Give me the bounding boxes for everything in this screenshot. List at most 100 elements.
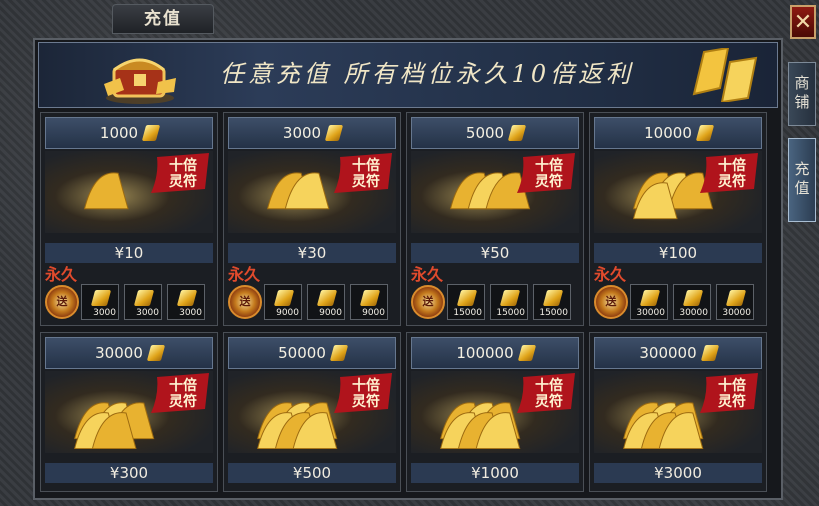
badge-line2: 灵符 [535,393,563,410]
reward-amount: 3000 [136,308,159,318]
tier-amount: 50000 [228,337,396,369]
tier-amount: 3000 [228,117,396,149]
tier-card-3000[interactable]: 3000 十倍 灵符 ¥30 永久送 9000 9000 9000 [223,112,401,326]
gold-ticket-icon [90,290,112,306]
gold-ticket-icon [682,290,704,306]
reward-amount: 9000 [276,308,299,318]
tab-recharge[interactable]: 充值 [788,138,816,222]
tier-price: ¥30 [228,243,396,263]
badge-line1: 十倍 [718,157,746,174]
gold-ticket-icon [359,290,381,306]
reward-slot[interactable]: 30000 [673,284,711,320]
permanent-label: 永久 [594,265,627,284]
bonus-icon: 送 [45,285,79,319]
reward-slot[interactable]: 9000 [307,284,345,320]
permanent-label: 永久 [228,265,261,284]
tier-card-50000[interactable]: 50000 十倍 灵符 ¥500 [223,332,401,492]
bonus-icon: 送 [411,285,445,319]
tier-card-30000[interactable]: 30000 十倍 灵符 ¥300 [40,332,218,492]
tenfold-badge: 十倍灵符 [517,153,575,193]
badge-line2: 灵符 [718,173,746,190]
tier-card-5000[interactable]: 5000 十倍 灵符 ¥50 永久送 15000 15000 15000 [406,112,584,326]
tier-card-300000[interactable]: 300000 十倍 灵符 ¥3000 [589,332,767,492]
gold-ticket-icon [517,345,536,361]
gold-ticket-icon [700,345,719,361]
gold-ticket-icon [316,290,338,306]
reward-slot[interactable]: 3000 [167,284,205,320]
reward-slot[interactable]: 15000 [533,284,571,320]
reward-slot[interactable]: 30000 [630,284,668,320]
tenfold-badge: 十倍灵符 [151,373,209,413]
badge-line2: 灵符 [352,173,380,190]
tier-amount-label: 100000 [456,344,514,362]
bonus-icon: 送 [228,285,262,319]
tier-amount-label: 300000 [639,344,697,362]
reward-slot[interactable]: 15000 [447,284,485,320]
gold-ticket-icon [146,345,166,361]
tenfold-badge: 十倍灵符 [334,153,392,193]
badge-line2: 灵符 [169,393,197,410]
badge-line2: 灵符 [169,173,197,190]
tier-amount-label: 1000 [99,124,139,142]
permanent-label: 永久 [411,265,444,284]
tenfold-badge: 十倍灵符 [151,153,209,193]
reward-slot[interactable]: 9000 [264,284,302,320]
tier-amount: 5000 [411,117,579,149]
gold-ticket-icon [695,125,715,141]
tier-amount-label: 3000 [282,124,322,142]
reward-amount: 3000 [93,308,116,318]
tier-price: ¥300 [45,463,213,483]
tab-shop[interactable]: 商铺 [788,62,816,126]
reward-slot[interactable]: 15000 [490,284,528,320]
tier-amount: 30000 [45,337,213,369]
tier-amount-label: 50000 [278,344,326,362]
tenfold-badge: 十倍灵符 [517,373,575,413]
tenfold-badge: 十倍灵符 [700,373,758,413]
reward-amount: 30000 [722,308,751,318]
badge-line1: 十倍 [352,377,380,394]
tier-price: ¥50 [411,243,579,263]
reward-slot[interactable]: 3000 [81,284,119,320]
reward-amount: 15000 [539,308,568,318]
close-icon: ✕ [793,10,813,35]
badge-line1: 十倍 [535,377,563,394]
gold-ticket-icon [507,125,527,141]
badge-line2: 灵符 [352,393,380,410]
gold-ticket-icon [725,290,747,306]
badge-line1: 十倍 [169,377,197,394]
tenfold-badge: 十倍灵符 [700,153,758,193]
reward-amount: 30000 [679,308,708,318]
tier-card-1000[interactable]: 1000 十倍 灵符 ¥10 永久送 3000 3000 3000 [40,112,218,326]
tier-card-10000[interactable]: 10000 十倍 灵符 ¥100 永久送 30000 30000 30000 [589,112,767,326]
tier-price: ¥1000 [411,463,579,483]
permanent-label: 永久 [45,265,78,284]
tier-amount: 300000 [594,337,762,369]
tier-amount: 1000 [45,117,213,149]
reward-amount: 30000 [636,308,665,318]
reward-slot[interactable]: 9000 [350,284,388,320]
gold-ticket-icon [456,290,478,306]
tier-amount: 10000 [594,117,762,149]
badge-line1: 十倍 [535,157,563,174]
gold-ticket-icon [542,290,564,306]
gold-ticket-icon [639,290,661,306]
reward-slot[interactable]: 30000 [716,284,754,320]
reward-amount: 3000 [179,308,202,318]
reward-amount: 9000 [362,308,385,318]
tier-price: ¥10 [45,243,213,263]
banner-text: 任意充值 所有档位永久10倍返利 [220,60,635,88]
reward-amount: 9000 [319,308,342,318]
gold-ticket-icon [324,125,344,141]
gold-ticket-icon [133,290,155,306]
tier-price: ¥500 [228,463,396,483]
gold-ticket-icon [499,290,521,306]
close-button[interactable]: ✕ [790,5,816,39]
reward-slot[interactable]: 3000 [124,284,162,320]
badge-line1: 十倍 [169,157,197,174]
badge-line1: 十倍 [718,377,746,394]
tier-amount-label: 5000 [465,124,505,142]
tier-price: ¥100 [594,243,762,263]
tier-card-100000[interactable]: 100000 十倍 灵符 ¥1000 [406,332,584,492]
tier-amount-label: 10000 [644,124,692,142]
gold-ticket-icon [176,290,198,306]
